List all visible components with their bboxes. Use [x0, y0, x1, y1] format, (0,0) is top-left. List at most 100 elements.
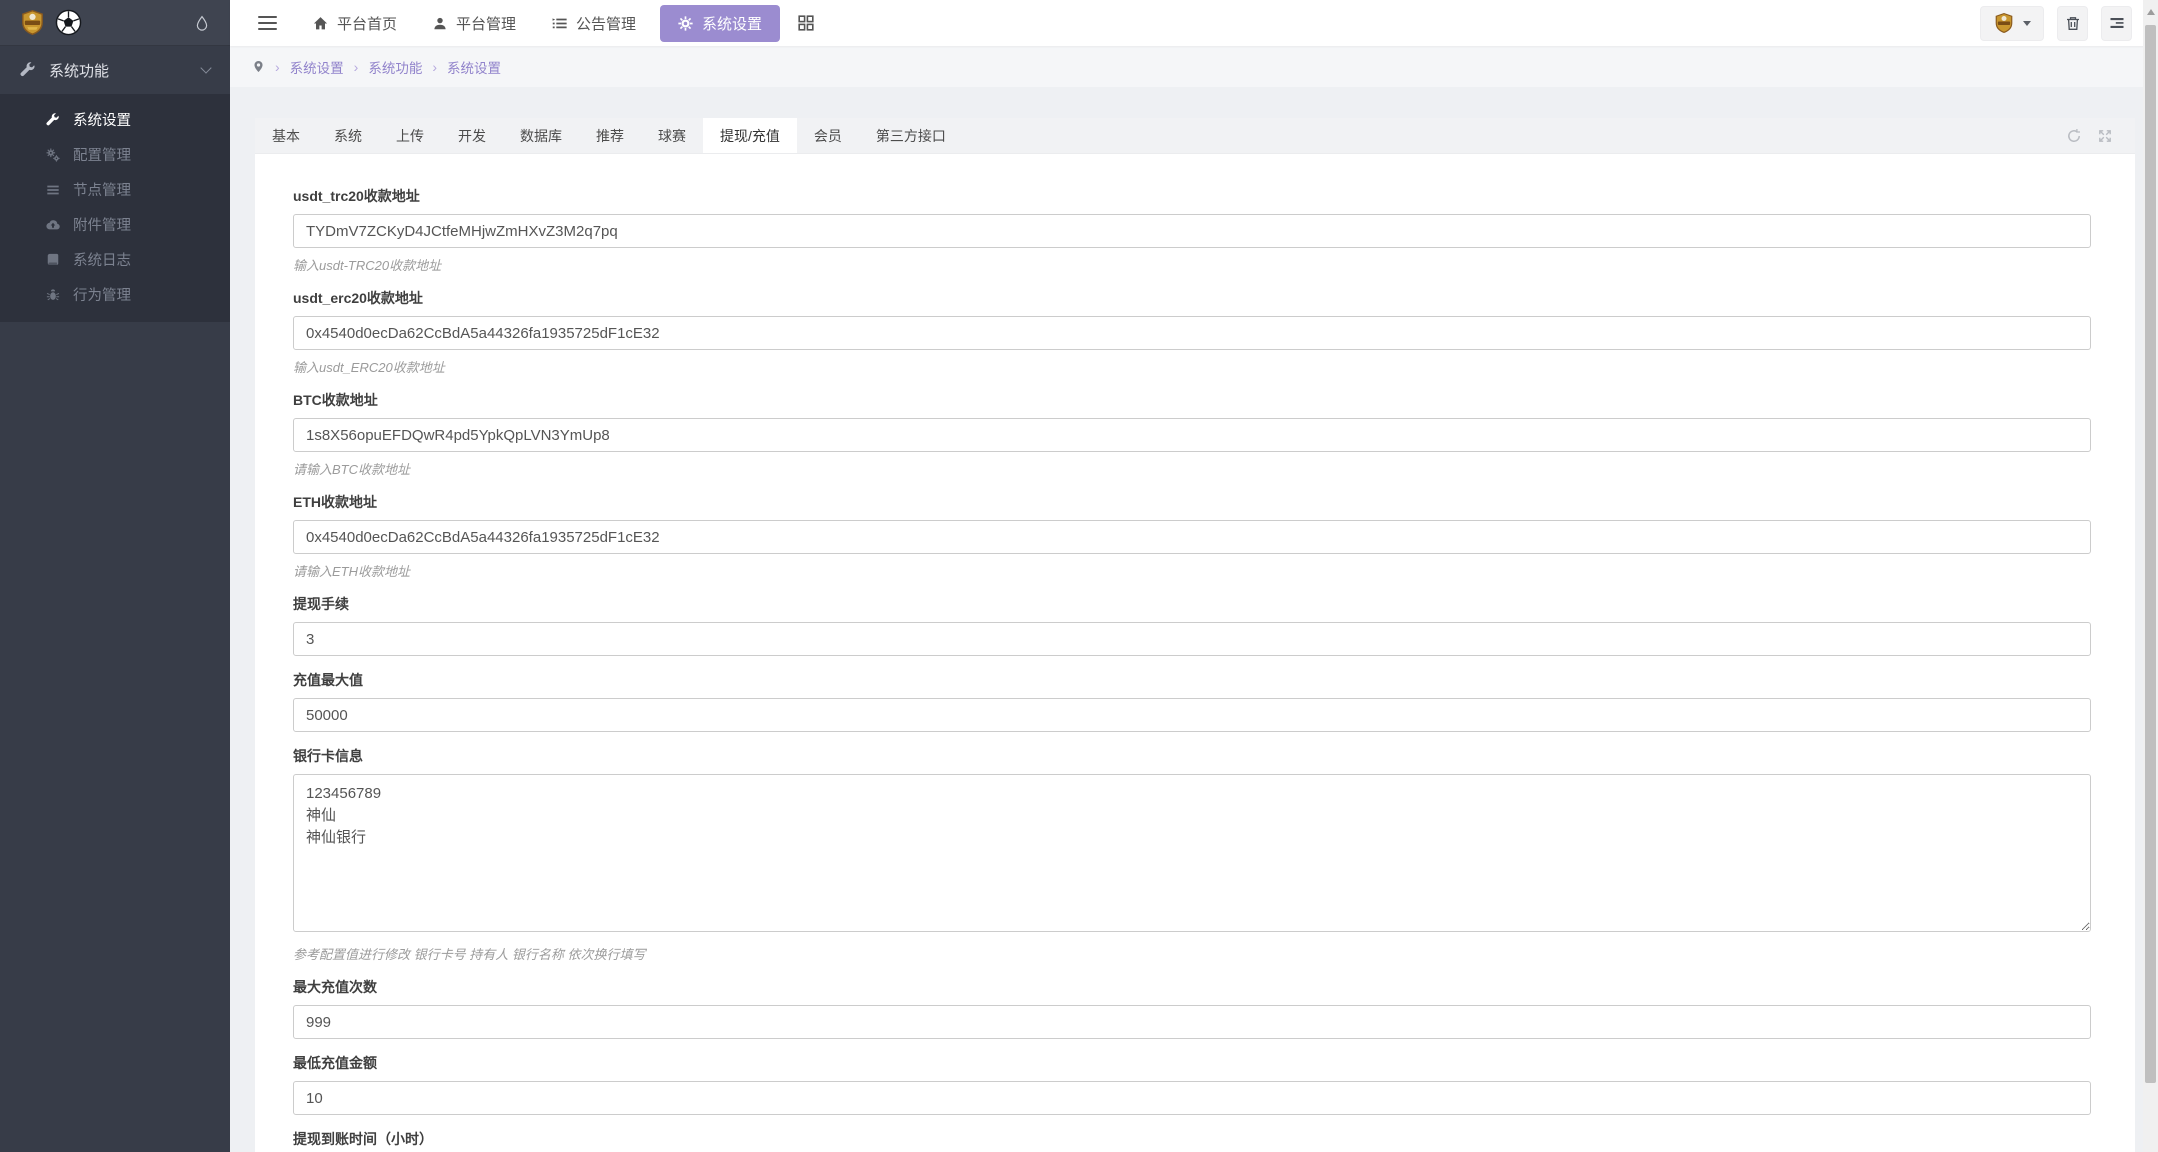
tabbar-tools: [2066, 118, 2135, 153]
tab-basic[interactable]: 基本: [255, 118, 317, 153]
page-scrollbar[interactable]: [2143, 0, 2158, 1152]
usdt-trc20-address-input[interactable]: [293, 214, 2091, 248]
tab-label: 系统: [334, 126, 362, 146]
wrench-icon: [46, 113, 60, 127]
tab-upload[interactable]: 上传: [379, 118, 441, 153]
soccer-ball-logo: [55, 9, 82, 36]
home-icon: [313, 16, 328, 31]
tab-system[interactable]: 系统: [317, 118, 379, 153]
sidebar-item-attachment-management[interactable]: 附件管理: [0, 207, 230, 242]
bank-card-info-textarea[interactable]: 123456789 神仙 神仙银行: [293, 774, 2091, 932]
tab-label: 第三方接口: [876, 126, 946, 146]
scrollbar-thumb[interactable]: [2145, 25, 2156, 1083]
apps-grid-icon[interactable]: [798, 15, 814, 31]
nav-item-label: 平台首页: [337, 13, 397, 34]
nav-item-platform-management[interactable]: 平台管理: [415, 0, 534, 46]
trash-button[interactable]: [2057, 6, 2088, 41]
refresh-icon[interactable]: [2066, 128, 2082, 144]
usdt-erc20-address-input[interactable]: [293, 316, 2091, 350]
tab-match[interactable]: 球赛: [641, 118, 703, 153]
settings-card: 基本 系统 上传 开发 数据库 推荐 球赛 提现/充值 会员 第三方接口: [255, 118, 2135, 1152]
cloud-upload-icon: [46, 218, 60, 232]
sidebar-item-label: 附件管理: [73, 214, 131, 235]
menu-list-button[interactable]: [2101, 6, 2132, 41]
nav-item-announcement-management[interactable]: 公告管理: [534, 0, 654, 46]
field-label: BTC收款地址: [293, 390, 2091, 410]
trash-icon: [2065, 15, 2081, 32]
field-help: 请输入BTC收款地址: [293, 459, 2091, 478]
nav-item-label: 平台管理: [456, 13, 516, 34]
topbar-right-tools: [1980, 6, 2132, 41]
top-navbar: 平台首页 平台管理 公告管理 系统设置: [230, 0, 2158, 46]
sidebar-item-label: 系统日志: [73, 249, 131, 270]
sidebar-item-config-management[interactable]: 配置管理: [0, 137, 230, 172]
sidebar-item-system-settings[interactable]: 系统设置: [0, 102, 230, 137]
tab-develop[interactable]: 开发: [441, 118, 503, 153]
min-recharge-amount-input[interactable]: [293, 1081, 2091, 1115]
field-withdraw-fee: 提现手续: [293, 594, 2091, 656]
withdraw-fee-input[interactable]: [293, 622, 2091, 656]
field-eth-address: ETH收款地址 请输入ETH收款地址: [293, 492, 2091, 580]
nav-item-system-settings[interactable]: 系统设置: [660, 5, 780, 42]
field-usdt-trc20-address: usdt_trc20收款地址 输入usdt-TRC20收款地址: [293, 186, 2091, 274]
field-label: 充值最大值: [293, 670, 2091, 690]
main-area: 平台首页 平台管理 公告管理 系统设置: [230, 0, 2158, 1152]
breadcrumb: › 系统设置 › 系统功能 › 系统设置: [230, 46, 2158, 87]
sidebar-group-system-functions[interactable]: 系统功能: [0, 46, 230, 94]
field-label: 最大充值次数: [293, 977, 2091, 997]
fullscreen-icon[interactable]: [2097, 128, 2113, 144]
field-help: 输入usdt_ERC20收款地址: [293, 357, 2091, 376]
field-help: 请输入ETH收款地址: [293, 561, 2091, 580]
wrench-icon: [20, 62, 36, 78]
tab-recommend[interactable]: 推荐: [579, 118, 641, 153]
recharge-max-input[interactable]: [293, 698, 2091, 732]
breadcrumb-link-system-functions[interactable]: 系统功能: [368, 57, 422, 77]
sidebar-item-behavior-management[interactable]: 行为管理: [0, 277, 230, 312]
settings-tabbar: 基本 系统 上传 开发 数据库 推荐 球赛 提现/充值 会员 第三方接口: [255, 118, 2135, 154]
field-recharge-max: 充值最大值: [293, 670, 2091, 732]
sidebar-item-label: 节点管理: [73, 179, 131, 200]
shield-logo: [20, 9, 45, 36]
menu-list-icon: [2109, 15, 2125, 31]
field-label: 银行卡信息: [293, 746, 2091, 766]
tab-label: 开发: [458, 126, 486, 146]
tab-third-party-api[interactable]: 第三方接口: [859, 118, 963, 153]
hamburger-menu-icon[interactable]: [258, 16, 277, 31]
sidebar-submenu: 系统设置 配置管理 节点管理 附件管理: [0, 94, 230, 322]
btc-address-input[interactable]: [293, 418, 2091, 452]
gear-icon: [678, 16, 693, 31]
sidebar: 系统功能 系统设置 配置管理 节点管理: [0, 0, 230, 1152]
field-usdt-erc20-address: usdt_erc20收款地址 输入usdt_ERC20收款地址: [293, 288, 2091, 376]
sidebar-item-system-logs[interactable]: 系统日志: [0, 242, 230, 277]
tab-database[interactable]: 数据库: [503, 118, 579, 153]
content-area: 基本 系统 上传 开发 数据库 推荐 球赛 提现/充值 会员 第三方接口: [230, 87, 2158, 1152]
sidebar-item-label: 行为管理: [73, 284, 131, 305]
scrollbar-up-arrow[interactable]: [2147, 9, 2155, 15]
tab-label: 提现/充值: [720, 126, 780, 146]
sidebar-item-label: 配置管理: [73, 144, 131, 165]
nav-item-platform-home[interactable]: 平台首页: [295, 0, 415, 46]
tab-label: 上传: [396, 126, 424, 146]
droplet-icon[interactable]: [194, 14, 210, 32]
field-label: 最低充值金额: [293, 1053, 2091, 1073]
max-recharge-times-input[interactable]: [293, 1005, 2091, 1039]
field-btc-address: BTC收款地址 请输入BTC收款地址: [293, 390, 2091, 478]
breadcrumb-link-system-settings-2[interactable]: 系统设置: [447, 57, 501, 77]
caret-down-icon: [2023, 21, 2031, 26]
field-help: 参考配置值进行修改 银行卡号 持有人 银行名称 依次换行填写: [293, 944, 2091, 963]
screen: 系统功能 系统设置 配置管理 节点管理: [0, 0, 2158, 1152]
tab-label: 基本: [272, 126, 300, 146]
field-label: 提现手续: [293, 594, 2091, 614]
tab-label: 球赛: [658, 126, 686, 146]
field-min-recharge-amount: 最低充值金额: [293, 1053, 2091, 1115]
tab-member[interactable]: 会员: [797, 118, 859, 153]
gears-icon: [46, 148, 60, 162]
tab-withdraw-recharge[interactable]: 提现/充值: [703, 118, 797, 153]
tab-label: 会员: [814, 126, 842, 146]
list-icon: [46, 183, 60, 197]
field-label: ETH收款地址: [293, 492, 2091, 512]
sidebar-item-node-management[interactable]: 节点管理: [0, 172, 230, 207]
eth-address-input[interactable]: [293, 520, 2091, 554]
breadcrumb-link-system-settings[interactable]: 系统设置: [290, 57, 344, 77]
avatar-button[interactable]: [1980, 6, 2044, 41]
